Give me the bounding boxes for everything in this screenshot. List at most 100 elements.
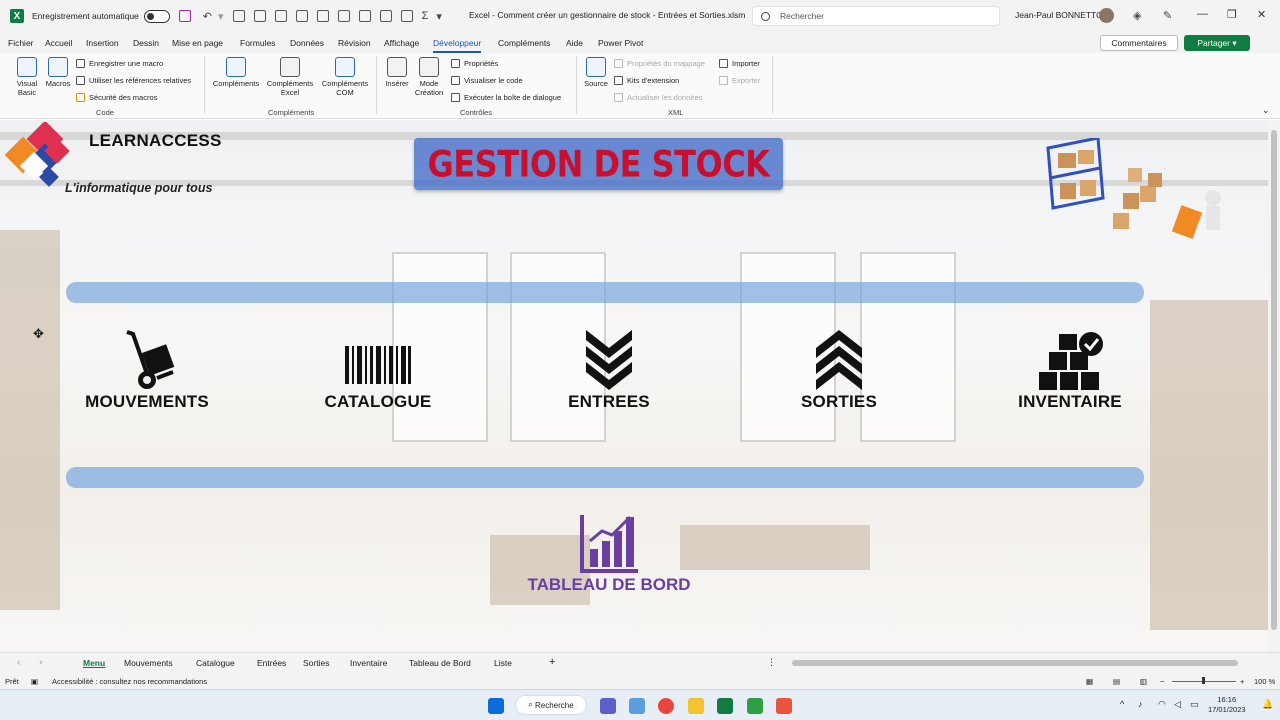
customize-qa-icon[interactable]: ▾ [436, 10, 442, 23]
sheet-tab-menu[interactable]: Menu [83, 658, 105, 668]
insert-control-button[interactable]: Insérer [382, 57, 412, 88]
pen-icon[interactable]: ✎ [1163, 9, 1172, 22]
macro-security-button[interactable]: Sécurité des macros [76, 93, 157, 102]
vertical-scroll-thumb[interactable] [1271, 130, 1277, 630]
next-sheet-icon[interactable]: › [39, 657, 42, 668]
tab-aide[interactable]: Aide [566, 38, 583, 48]
design-mode-button[interactable]: Mode Création [413, 57, 445, 97]
run-dialog-button[interactable]: Exécuter la boîte de dialogue [451, 93, 561, 102]
form-icon[interactable] [274, 10, 287, 22]
menu-catalogue-button[interactable]: CATALOGUE [278, 330, 478, 412]
chrome-icon[interactable] [658, 698, 674, 714]
accessibility-status[interactable]: Accessibilité : consultez nos recommanda… [52, 677, 207, 686]
tab-donnees[interactable]: Données [290, 38, 324, 48]
title-banner[interactable]: GESTION DE STOCK [414, 138, 783, 190]
menu-mouvements-button[interactable]: MOUVEMENTS [47, 330, 247, 412]
share-button[interactable]: Partager ▾ [1184, 35, 1250, 51]
refresh-data-button[interactable]: Actualiser les données [614, 93, 702, 102]
extension-packs-button[interactable]: Kits d'extension [614, 76, 679, 85]
properties-button[interactable]: Propriétés [451, 59, 498, 68]
save-icon[interactable] [178, 10, 191, 22]
quick-access-icon-1[interactable] [232, 10, 245, 22]
new-doc-icon[interactable] [358, 10, 371, 22]
tab-insertion[interactable]: Insertion [86, 38, 119, 48]
user-name[interactable]: Jean-Paul BONNETTO [1015, 10, 1103, 20]
tab-fichier[interactable]: Fichier [8, 38, 34, 48]
tab-affichage[interactable]: Affichage [384, 38, 419, 48]
sheet-tab-liste[interactable]: Liste [494, 658, 512, 668]
document-title[interactable]: Excel - Comment créer un gestionnaire de… [469, 10, 745, 20]
excel-addins-button[interactable]: Compléments Excel [264, 57, 316, 97]
vertical-scrollbar[interactable] [1268, 120, 1280, 652]
chat-icon[interactable] [600, 698, 616, 714]
windows-start-icon[interactable] [488, 698, 504, 714]
wifi-icon[interactable]: ◠ [1158, 699, 1166, 710]
taskbar-search[interactable]: ⌕ Recherche [515, 695, 587, 715]
minimize-icon[interactable]: — [1197, 8, 1208, 20]
worksheet-canvas[interactable]: LEARNACCESS L'informatique pour tous GES… [0, 120, 1268, 652]
collapse-ribbon-icon[interactable]: ⌄ [1262, 105, 1270, 116]
zoom-level[interactable]: 100 % [1254, 677, 1275, 686]
volume-icon[interactable]: ◁ [1174, 699, 1181, 710]
excel-taskbar-icon[interactable] [717, 698, 733, 714]
zoom-out-icon[interactable]: − [1160, 677, 1164, 686]
close-icon[interactable]: ✕ [1257, 8, 1266, 21]
sum-icon[interactable]: Σ [422, 10, 429, 22]
widgets-icon[interactable] [629, 698, 645, 714]
zoom-slider-handle[interactable] [1202, 677, 1205, 684]
tab-developpeur[interactable]: Développeur [433, 38, 482, 53]
sheet-tab-mouvements[interactable]: Mouvements [124, 658, 173, 668]
tab-dessin[interactable]: Dessin [133, 38, 159, 48]
notification-icon[interactable]: 🔔 [1262, 699, 1273, 710]
diamond-icon[interactable]: ◈ [1133, 9, 1141, 22]
autosave-toggle[interactable] [143, 9, 170, 23]
restore-icon[interactable]: ❐ [1227, 8, 1237, 21]
sheet-tab-inventaire[interactable]: Inventaire [350, 658, 387, 668]
export-button[interactable]: Exporter [719, 76, 760, 85]
taskbar-clock[interactable]: 16:16 17/01/2023 [1208, 695, 1246, 715]
horizontal-scroll-thumb[interactable] [792, 660, 1238, 666]
picture-icon[interactable] [400, 10, 413, 22]
menu-tableau-de-bord-button[interactable]: TABLEAU DE BORD [509, 513, 709, 595]
record-macro-button[interactable]: Enregistrer une macro [76, 59, 163, 68]
tab-revision[interactable]: Révision [338, 38, 371, 48]
macros-button[interactable]: Macros [44, 57, 72, 88]
table-icon[interactable] [316, 10, 329, 22]
battery-icon[interactable]: ▭ [1190, 699, 1199, 710]
com-addins-button[interactable]: Compléments COM [318, 57, 372, 97]
avatar[interactable] [1099, 8, 1114, 23]
menu-entrees-button[interactable]: ENTREES [509, 330, 709, 412]
import-button[interactable]: Importer [719, 59, 760, 68]
tab-accueil[interactable]: Accueil [45, 38, 72, 48]
more-options-icon[interactable]: ⋮ [767, 657, 776, 668]
relative-refs-button[interactable]: Utiliser les références relatives [76, 76, 191, 85]
copy-icon[interactable] [337, 10, 350, 22]
recorder-icon[interactable] [776, 698, 792, 714]
complements-button[interactable]: Compléments [210, 57, 262, 88]
zoom-in-icon[interactable]: + [1240, 677, 1244, 686]
page-layout-icon[interactable]: ▤ [1113, 677, 1120, 686]
sheet-tab-tableau-de-bord[interactable]: Tableau de Bord [409, 658, 471, 668]
file-explorer-icon[interactable] [688, 698, 704, 714]
visual-basic-button[interactable]: Visual Basic [12, 57, 42, 97]
sheet-tab-catalogue[interactable]: Catalogue [196, 658, 235, 668]
undo-dropdown-icon[interactable]: ▾ [218, 10, 224, 23]
macro-record-icon[interactable]: ▣ [31, 677, 38, 686]
camera-icon[interactable] [253, 10, 266, 22]
sheet-tab-sorties[interactable]: Sorties [303, 658, 329, 668]
tab-formules[interactable]: Formules [240, 38, 275, 48]
menu-inventaire-button[interactable]: INVENTAIRE [970, 330, 1170, 412]
tab-complements[interactable]: Compléments [498, 38, 550, 48]
page-break-icon[interactable]: ▥ [1140, 677, 1147, 686]
microphone-icon[interactable]: ♪ [1138, 699, 1143, 709]
sheet-tab-entrees[interactable]: Entrées [257, 658, 286, 668]
menu-sorties-button[interactable]: SORTIES [739, 330, 939, 412]
checklist-icon[interactable] [295, 10, 308, 22]
prev-sheet-icon[interactable]: ‹ [17, 657, 20, 668]
tab-power-pivot[interactable]: Power Pivot [598, 38, 643, 48]
tab-mise-en-page[interactable]: Mise en page [172, 38, 223, 48]
add-sheet-icon[interactable]: + [549, 656, 555, 668]
xml-source-button[interactable]: Source [582, 57, 610, 88]
undo-icon[interactable]: ↶ [203, 10, 212, 23]
map-properties-button[interactable]: Propriétés du mappage [614, 59, 705, 68]
